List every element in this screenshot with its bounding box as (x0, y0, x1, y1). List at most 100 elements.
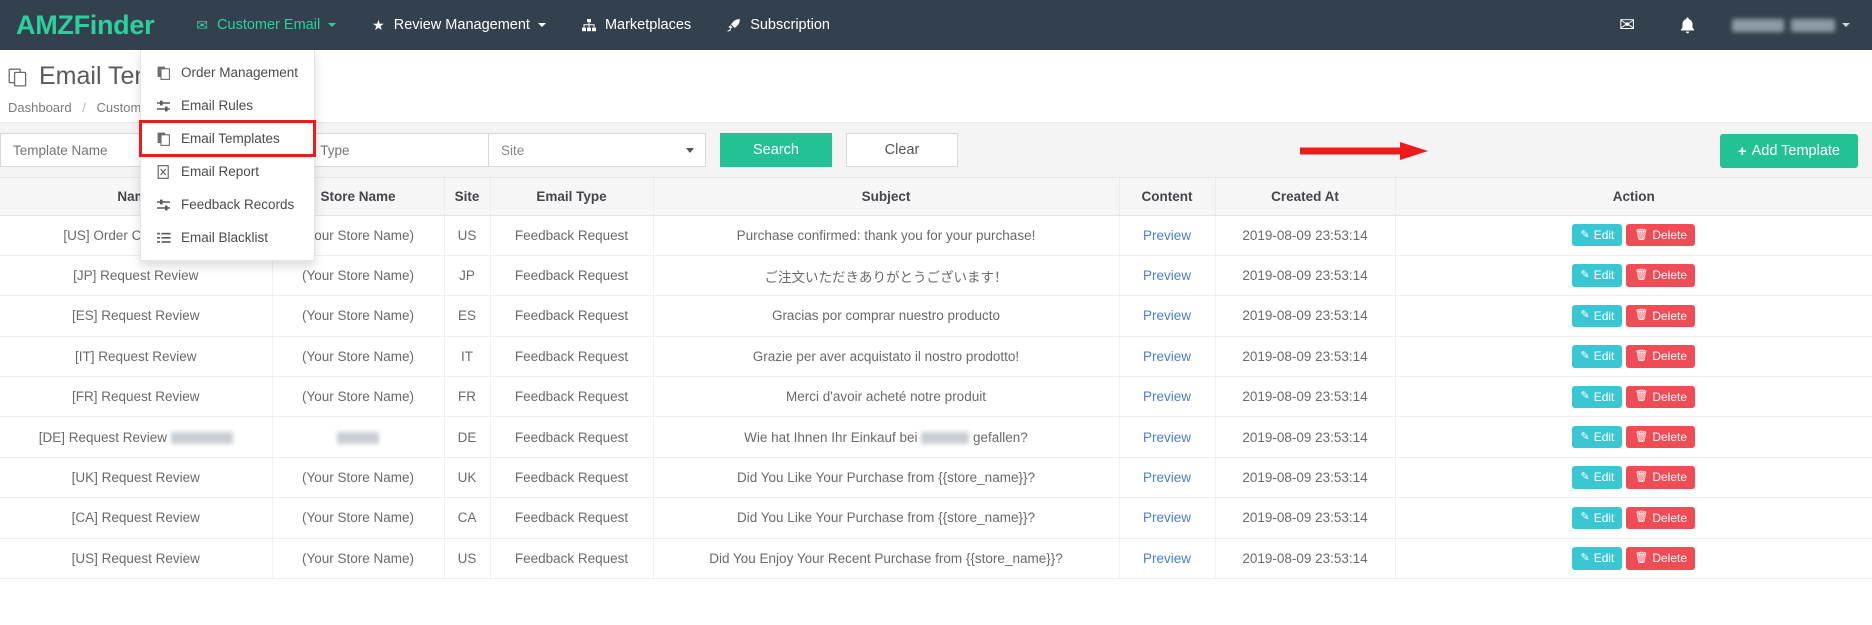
pencil-icon: ✎ (1580, 229, 1589, 242)
trash-icon: 🗑 (1634, 269, 1648, 282)
cell-content: Preview (1119, 538, 1215, 578)
delete-label: Delete (1652, 349, 1687, 363)
delete-button[interactable]: 🗑Delete (1626, 507, 1695, 529)
preview-link[interactable]: Preview (1143, 389, 1191, 404)
delete-label: Delete (1652, 268, 1687, 282)
menu-item-email-templates[interactable]: Email Templates (141, 122, 314, 155)
column-header-created-at[interactable]: Created At (1215, 178, 1395, 215)
cell-email-type: Feedback Request (490, 296, 653, 336)
add-template-button[interactable]: + Add Template (1720, 134, 1858, 168)
edit-button[interactable]: ✎Edit (1572, 507, 1622, 529)
table-row: [US] Request Review(Your Store Name)USFe… (0, 538, 1872, 578)
edit-button[interactable]: ✎Edit (1572, 345, 1622, 367)
column-header-email-type[interactable]: Email Type (490, 178, 653, 215)
redacted-block (921, 432, 969, 444)
cell-created-at: 2019-08-09 23:53:14 (1215, 417, 1395, 457)
menu-item-email-rules[interactable]: Email Rules (141, 89, 314, 122)
cell-created-at: 2019-08-09 23:53:14 (1215, 377, 1395, 417)
delete-button[interactable]: 🗑 Delete (1626, 345, 1695, 367)
cell-content: Preview (1119, 296, 1215, 336)
cell-created-at: 2019-08-09 23:53:14 (1215, 457, 1395, 497)
menu-item-order-management[interactable]: Order Management (141, 56, 314, 89)
nav-item-subscription[interactable]: Subscription (709, 2, 848, 48)
customer-email-dropdown-menu: Order Management Email Rules Email Templ… (140, 50, 315, 261)
navbar-right-actions: ✉ (1597, 16, 1872, 35)
cell-subject: Grazie per aver acquistato il nostro pro… (653, 336, 1119, 376)
preview-link[interactable]: Preview (1143, 228, 1191, 243)
delete-button[interactable]: 🗑 Delete (1626, 264, 1695, 286)
trash-icon: 🗑 (1634, 350, 1648, 363)
edit-button[interactable]: ✎Edit (1572, 386, 1622, 408)
preview-link[interactable]: Preview (1143, 510, 1191, 525)
user-name-redacted (1791, 19, 1835, 32)
edit-button[interactable]: ✎Edit (1572, 224, 1622, 246)
menu-item-feedback-records[interactable]: Feedback Records (141, 188, 314, 221)
delete-label: Delete (1652, 390, 1687, 404)
preview-link[interactable]: Preview (1143, 268, 1191, 283)
search-button[interactable]: Search (720, 133, 832, 167)
cell-action: ✎Edit 🗑 Delete (1395, 215, 1872, 255)
trash-icon: 🗑 (1634, 309, 1648, 322)
notifications-bell-icon[interactable] (1657, 16, 1718, 35)
pencil-icon: ✎ (1580, 431, 1589, 444)
edit-button[interactable]: ✎Edit (1572, 305, 1622, 327)
user-account-menu[interactable] (1732, 19, 1850, 32)
menu-item-email-report[interactable]: Email Report (141, 155, 314, 188)
clear-button[interactable]: Clear (846, 133, 958, 167)
envelope-icon: ✉ (196, 18, 208, 32)
preview-link[interactable]: Preview (1143, 349, 1191, 364)
trash-icon: 🗑 (1634, 229, 1648, 242)
preview-link[interactable]: Preview (1143, 551, 1191, 566)
delete-button[interactable]: 🗑 Delete (1626, 224, 1695, 246)
delete-button[interactable]: 🗑Delete (1626, 386, 1695, 408)
cell-email-type: Feedback Request (490, 417, 653, 457)
delete-button[interactable]: 🗑Delete (1626, 466, 1695, 488)
preview-link[interactable]: Preview (1143, 470, 1191, 485)
delete-button[interactable]: 🗑Delete (1626, 426, 1695, 448)
trash-icon: 🗑 (1634, 471, 1648, 484)
cell-action: ✎ Edit 🗑Delete (1395, 417, 1872, 457)
delete-label: Delete (1652, 228, 1687, 242)
nav-item-review-management[interactable]: ★ Review Management (354, 2, 564, 48)
cell-content: Preview (1119, 336, 1215, 376)
messages-icon[interactable]: ✉ (1597, 16, 1657, 35)
delete-button[interactable]: 🗑Delete (1626, 547, 1695, 569)
column-header-site[interactable]: Site (444, 178, 490, 215)
breadcrumb-separator: / (82, 100, 86, 115)
cell-subject: Wie hat Ihnen Ihr Einkauf bei gefallen? (653, 417, 1119, 457)
edit-button[interactable]: ✎Edit (1572, 264, 1622, 286)
cell-content: Preview (1119, 417, 1215, 457)
cell-content: Preview (1119, 215, 1215, 255)
nav-label: Marketplaces (605, 17, 691, 33)
edit-label: Edit (1594, 430, 1615, 444)
cell-site: US (444, 538, 490, 578)
cell-name: [ES] Request Review (0, 296, 272, 336)
edit-button[interactable]: ✎Edit (1572, 466, 1622, 488)
redacted-block (171, 432, 233, 444)
cell-created-at: 2019-08-09 23:53:14 (1215, 336, 1395, 376)
add-template-label: Add Template (1752, 143, 1840, 159)
preview-link[interactable]: Preview (1143, 308, 1191, 323)
cell-subject: Did You Like Your Purchase from {{store_… (653, 498, 1119, 538)
brand-logo[interactable]: AMZFinder (10, 10, 162, 41)
site-select[interactable]: Site (488, 133, 706, 167)
breadcrumb-item-dashboard[interactable]: Dashboard (8, 100, 72, 115)
cell-subject: Did You Like Your Purchase from {{store_… (653, 457, 1119, 497)
delete-button[interactable]: 🗑Delete (1626, 305, 1695, 327)
pencil-icon: ✎ (1580, 269, 1589, 282)
nav-item-marketplaces[interactable]: Marketplaces (564, 2, 709, 48)
edit-button[interactable]: ✎Edit (1572, 547, 1622, 569)
rocket-icon (727, 18, 741, 32)
column-header-content[interactable]: Content (1119, 178, 1215, 215)
cell-name: [DE] Request Review (0, 417, 272, 457)
cell-store-name: (Your Store Name) (272, 498, 444, 538)
nav-item-customer-email[interactable]: ✉ Customer Email (178, 2, 354, 48)
main-nav: ✉ Customer Email ★ Review Management Mar… (178, 2, 848, 48)
cell-store-name (272, 417, 444, 457)
order-document-icon (157, 66, 175, 80)
column-header-subject[interactable]: Subject (653, 178, 1119, 215)
preview-link[interactable]: Preview (1143, 430, 1191, 445)
edit-button[interactable]: ✎ Edit (1572, 426, 1622, 448)
cell-store-name: (Your Store Name) (272, 296, 444, 336)
menu-item-email-blacklist[interactable]: Email Blacklist (141, 221, 314, 254)
